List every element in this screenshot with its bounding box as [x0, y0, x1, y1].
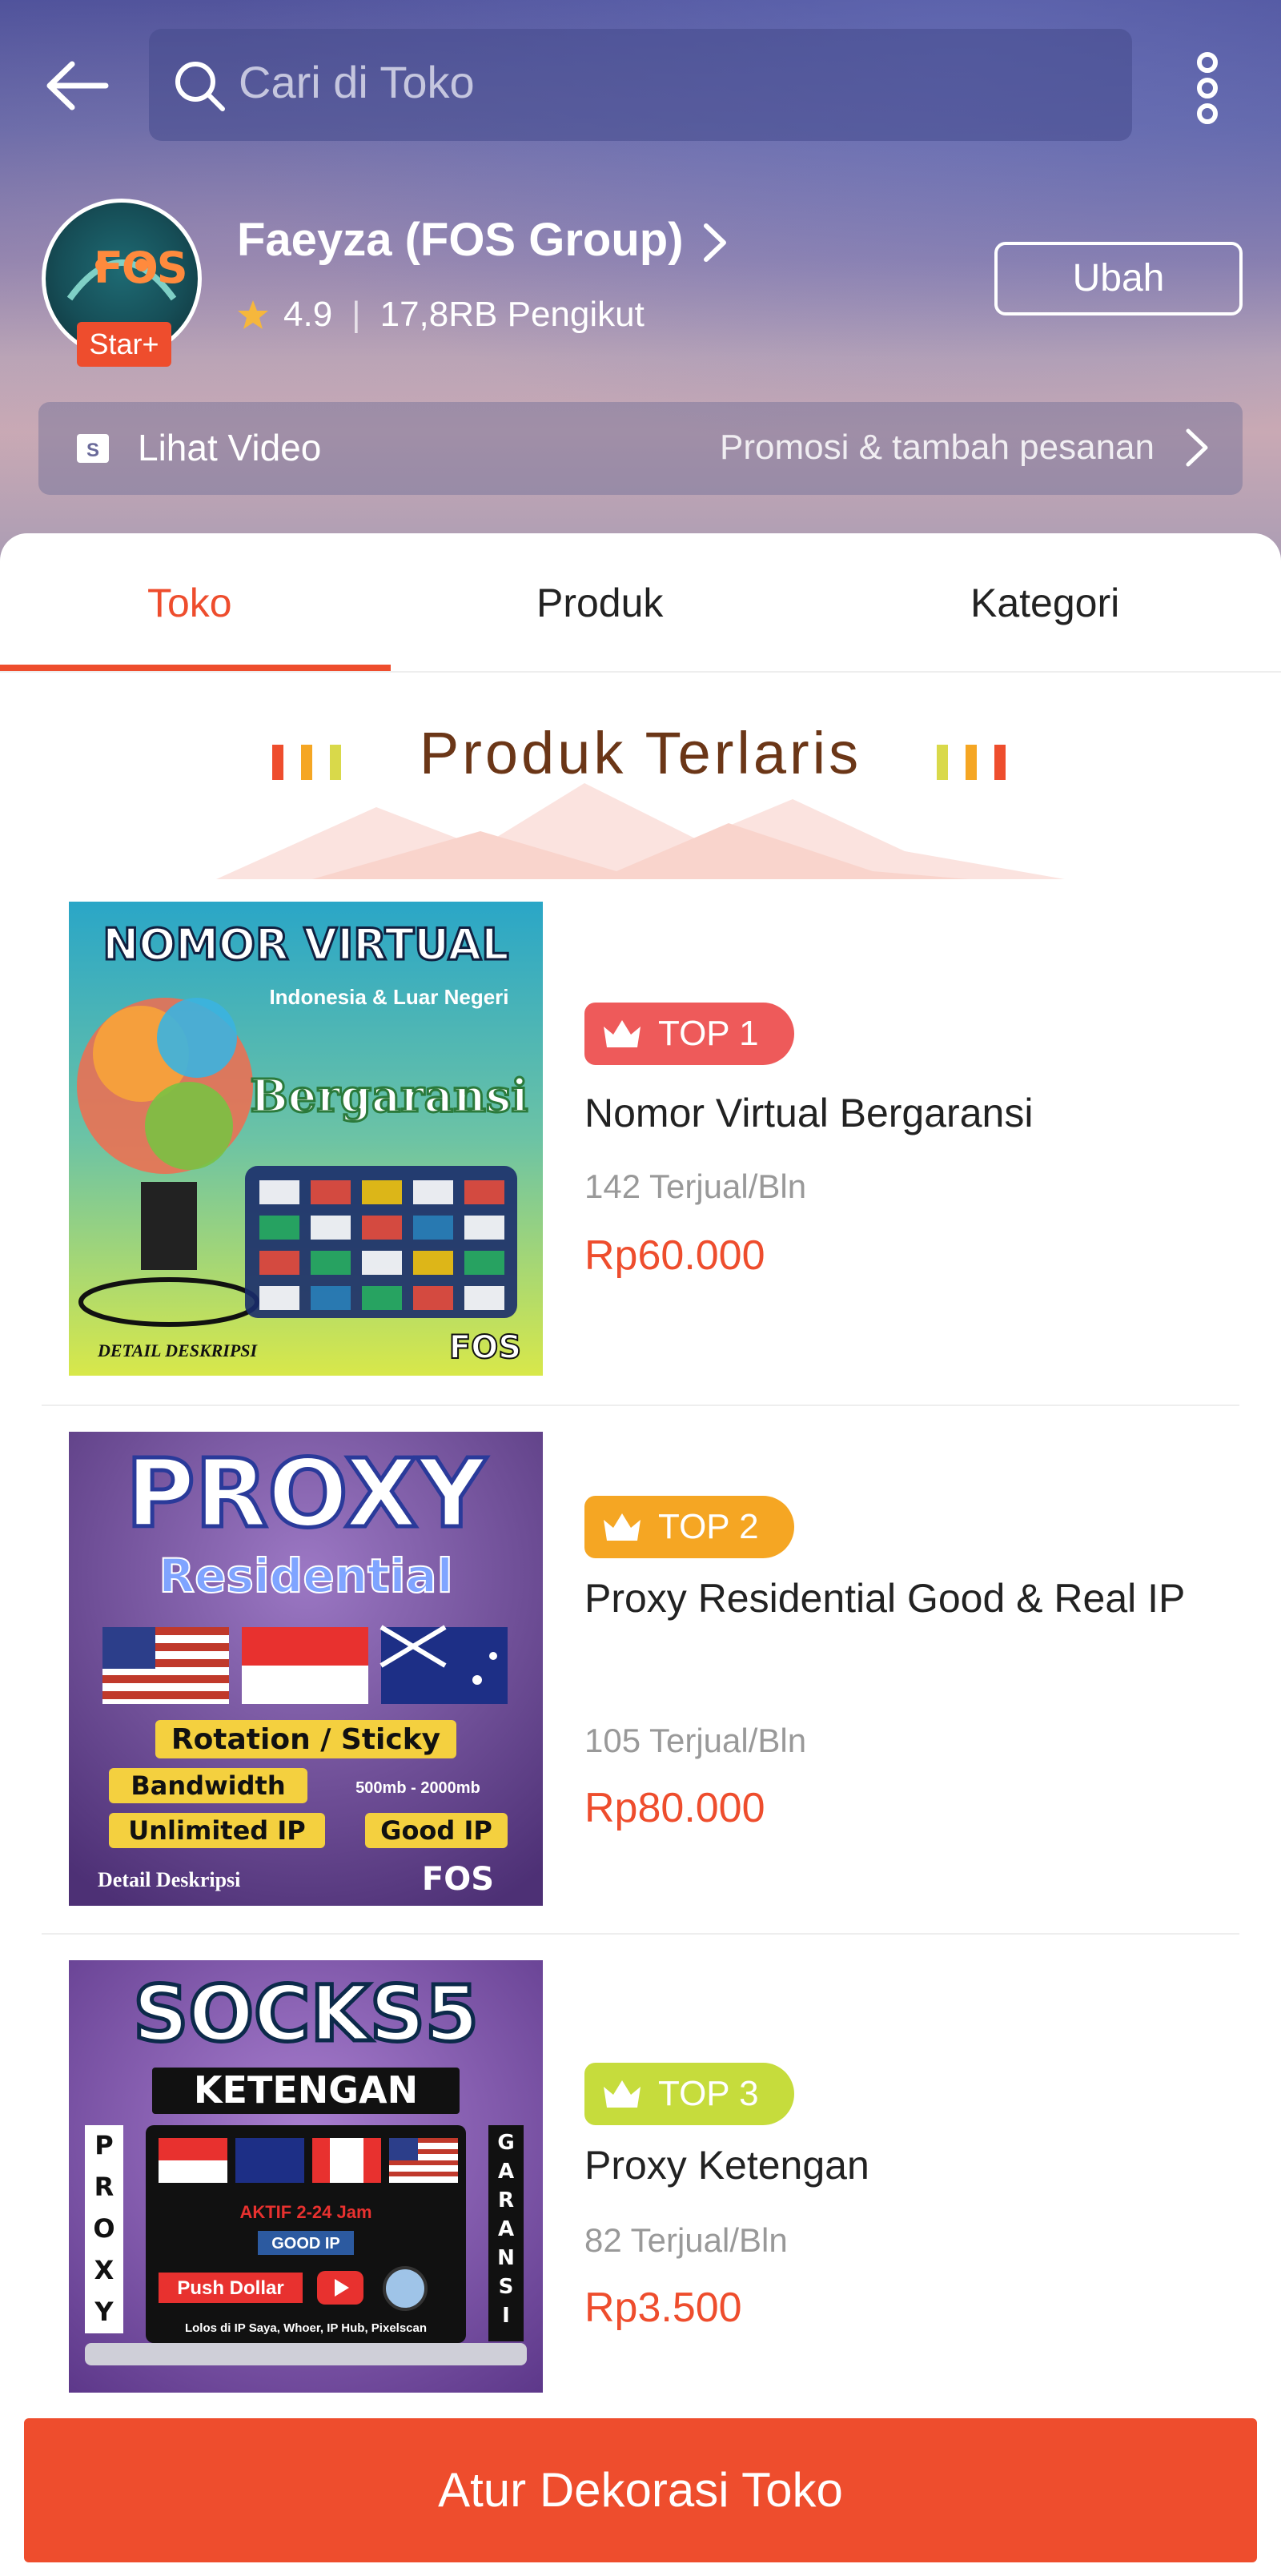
tab-bar: Toko Produk Kategori: [0, 533, 1281, 674]
crown-icon: [604, 1513, 640, 1541]
image-title: PROXY: [126, 1438, 487, 1549]
svg-text:G: G: [497, 2131, 514, 2155]
product-price: Rp80.000: [584, 1785, 765, 1831]
svg-text:S: S: [499, 2275, 514, 2299]
product-price: Rp60.000: [584, 1232, 765, 1279]
image-footer: DETAIL DESKRIPSI: [97, 1340, 259, 1360]
search-placeholder: Cari di Toko: [239, 57, 475, 107]
shop-decoration-button[interactable]: Atur Dekorasi Toko: [24, 2418, 1257, 2562]
product-name[interactable]: Proxy Ketengan: [584, 2132, 1241, 2199]
stats-separator: |: [351, 295, 361, 334]
image-feature-1: Rotation / Sticky: [171, 1723, 440, 1756]
product-item[interactable]: NOMOR VIRTUAL Indonesia & Luar Negeri Be…: [0, 902, 1281, 1414]
svg-text:A: A: [498, 2160, 514, 2184]
product-name[interactable]: Proxy Residential Good & Real IP: [584, 1565, 1241, 1632]
image-subtitle: Residential: [159, 1549, 452, 1603]
svg-text:S: S: [86, 440, 99, 461]
svg-text:A: A: [498, 2217, 514, 2241]
image-subtitle: Indonesia & Luar Negeri: [269, 985, 508, 1009]
best-seller-header: Produk Terlaris: [0, 719, 1281, 879]
rank-badge: TOP 2: [584, 1496, 794, 1558]
product-name[interactable]: Nomor Virtual Bergaransi: [584, 1079, 1241, 1147]
promo-label: Promosi & tambah pesanan: [720, 428, 1155, 467]
chevron-right-icon[interactable]: [698, 221, 730, 264]
section-title: Produk Terlaris: [419, 720, 862, 786]
back-arrow-icon: [46, 61, 109, 111]
svg-text:R: R: [498, 2188, 514, 2212]
product-image[interactable]: SOCKS5 KETENGAN AKTIF 2-24 Jam GOOD IP P…: [69, 1960, 543, 2434]
svg-text:O: O: [93, 2213, 114, 2244]
chevron-right-icon: [1186, 428, 1208, 467]
active-tab-indicator: [0, 665, 391, 671]
product-image[interactable]: NOMOR VIRTUAL Indonesia & Luar Negeri Be…: [69, 902, 543, 1376]
image-brand: FOS: [422, 1861, 494, 1898]
more-options-button[interactable]: [1183, 48, 1231, 128]
tab-toko[interactable]: Toko: [147, 580, 232, 626]
image-subtitle: KETENGAN: [194, 2068, 418, 2112]
shop-rating: 4.9: [283, 295, 333, 334]
top-bar: Cari di Toko: [0, 29, 1281, 141]
product-price: Rp3.500: [584, 2285, 742, 2331]
star-icon: [238, 300, 268, 329]
image-feature-2: Bandwidth: [131, 1770, 285, 1801]
product-image-socks5: SOCKS5 KETENGAN AKTIF 2-24 Jam GOOD IP P…: [69, 1960, 543, 2393]
product-sold-count: 142 Terjual/Bln: [584, 1167, 807, 1205]
video-promo-bar[interactable]: S Lihat Video Promosi & tambah pesanan: [38, 402, 1243, 495]
crown-icon: [604, 2080, 640, 2108]
shop-logo-text: FOS: [94, 243, 188, 293]
row-divider: [42, 1933, 1239, 1935]
rank-badge: TOP 3: [584, 2063, 794, 2125]
image-feature-3b: Good IP: [380, 1815, 492, 1846]
product-sold-count: 82 Terjual/Bln: [584, 2221, 788, 2259]
tab-kategori[interactable]: Kategori: [970, 580, 1119, 626]
shop-content: Toko Produk Kategori Produk Terlaris NOM…: [0, 533, 1281, 2576]
edit-shop-button[interactable]: Ubah: [994, 242, 1243, 315]
product-item[interactable]: PROXY Residential Rotation / Sticky Band…: [0, 1432, 1281, 1944]
tab-divider: [0, 671, 1281, 673]
image-footer: Detail Deskripsi: [98, 1868, 240, 1891]
search-icon: [175, 62, 225, 111]
product-image[interactable]: PROXY Residential Rotation / Sticky Band…: [69, 1432, 543, 1906]
product-sold-count: 105 Terjual/Bln: [584, 1722, 807, 1759]
svg-text:X: X: [94, 2255, 114, 2285]
image-feature-3: Unlimited IP: [128, 1815, 305, 1846]
shop-name[interactable]: Faeyza (FOS Group): [237, 213, 684, 267]
rank-label: TOP 1: [658, 1014, 759, 1053]
svg-text:P: P: [94, 2130, 113, 2160]
image-feature-3: Push Dollar: [177, 2277, 283, 2299]
star-plus-badge: Star+: [77, 322, 171, 367]
rank-badge: TOP 1: [584, 1003, 794, 1065]
decorative-mountains: [216, 783, 1065, 879]
svg-text:I: I: [502, 2304, 510, 2328]
search-input[interactable]: Cari di Toko: [149, 29, 1132, 141]
image-feature-1: AKTIF 2-24 Jam: [239, 2202, 371, 2222]
more-vertical-icon: [1197, 52, 1218, 124]
row-divider: [42, 1405, 1239, 1406]
image-feature-2b: 500mb - 2000mb: [355, 1779, 480, 1797]
svg-text:N: N: [497, 2246, 515, 2270]
rank-label: TOP 3: [658, 2074, 759, 2113]
crown-icon: [604, 1020, 640, 1047]
image-title: SOCKS5: [133, 1969, 479, 2059]
product-image-virtual-number: NOMOR VIRTUAL Indonesia & Luar Negeri Be…: [69, 902, 543, 1376]
image-feature-2: GOOD IP: [271, 2235, 340, 2252]
shop-info: FOS Star+ Faeyza (FOS Group) 4.9 | 17,8R…: [0, 194, 1281, 370]
product-item[interactable]: SOCKS5 KETENGAN AKTIF 2-24 Jam GOOD IP P…: [0, 1960, 1281, 2473]
svg-text:R: R: [94, 2172, 114, 2202]
watch-video-label: Lihat Video: [138, 427, 322, 468]
video-play-icon: S: [77, 434, 109, 463]
image-footer: Lolos di IP Saya, Whoer, IP Hub, Pixelsc…: [185, 2321, 427, 2335]
image-tagline: Bergaransi: [250, 1070, 528, 1123]
svg-text:Y: Y: [94, 2297, 114, 2327]
back-button[interactable]: [42, 50, 114, 122]
tab-produk[interactable]: Produk: [536, 580, 663, 626]
shop-stats: 4.9 | 17,8RB Pengikut: [237, 295, 645, 335]
shop-followers: 17,8RB Pengikut: [379, 295, 645, 334]
image-title: NOMOR VIRTUAL: [102, 919, 508, 970]
product-image-proxy-residential: PROXY Residential Rotation / Sticky Band…: [69, 1432, 543, 1906]
decorative-bars-icon: [937, 745, 1006, 780]
rank-label: TOP 2: [658, 1507, 759, 1546]
image-brand: FOS: [449, 1329, 521, 1366]
